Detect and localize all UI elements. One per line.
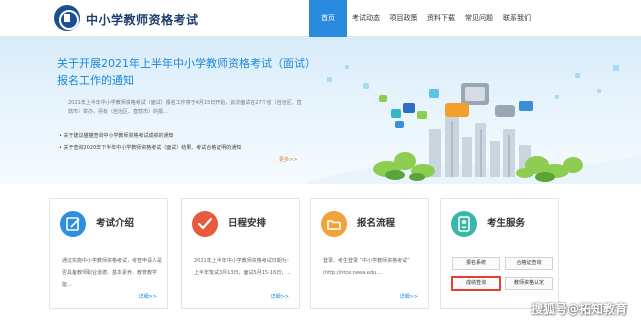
news-link[interactable]: 关于查询2020年下半年中小学教师资格考试（面试）结果、考试合格证明的通知	[59, 142, 242, 154]
banner-headline[interactable]: 关于开展2021年上半年中小学教师资格考试（面试）报名工作的通知	[57, 55, 313, 89]
banner-illustration	[305, 65, 641, 184]
card-title[interactable]: 考生服务	[487, 215, 525, 229]
banner-summary: 2021年上半年中小学教师资格考试（面试）报名工作将于4月15日开始，此次面试在…	[68, 100, 302, 115]
banner-news-list: 关于建议猫猫查询中小学教师资格考试成绩的通知 关于查询2020年下半年中小学教师…	[59, 130, 242, 154]
user-icon	[451, 211, 477, 237]
page: 中小学教师资格考试 首页 考试动态 项目政策 资料下载 常见问题 联系我们 关于…	[0, 0, 641, 331]
news-link[interactable]: 关于建议猫猫查询中小学教师资格考试成绩的通知	[59, 130, 241, 142]
card-title[interactable]: 报名流程	[357, 215, 395, 229]
nav-home[interactable]: 首页	[309, 0, 347, 37]
certificate-query-button[interactable]: 合格证查询	[505, 257, 553, 270]
card-schedule: 日程安排 2021年上半年中小学教师资格考试日期为：上半年笔试3月13日，面试5…	[181, 198, 300, 309]
logo-icon[interactable]	[54, 5, 80, 31]
card-more-link[interactable]: 详细>>	[271, 293, 289, 300]
header: 中小学教师资格考试 首页 考试动态 项目政策 资料下载 常见问题 联系我们	[0, 0, 641, 37]
watermark: 搜狐号@拓知教育	[530, 302, 627, 316]
card-exam-intro: 考试介绍 通过实施中小学教师资格考试，考查申请人是否具备教师职业道德、基本素养、…	[49, 198, 168, 309]
card-description: 通过实施中小学教师资格考试，考查申请人是否具备教师职业道德、基本素养、教育教学能…	[62, 258, 162, 288]
card-description: 登录、考生登录 “中小学教师资格考试” (http://ntce.neea.ed…	[323, 258, 410, 276]
nav-faq[interactable]: 常见问题	[460, 0, 498, 37]
card-candidate-services: 考生服务 报名系统 合格证查询 成绩查询 教师资格认定	[440, 198, 559, 309]
site-title[interactable]: 中小学教师资格考试	[86, 11, 199, 28]
nav-exam-news[interactable]: 考试动态	[347, 0, 385, 37]
nav-contact[interactable]: 联系我们	[498, 0, 536, 37]
edit-icon	[60, 211, 86, 237]
card-registration-process: 报名流程 登录、考生登录 “中小学教师资格考试” (http://ntce.ne…	[310, 198, 429, 309]
card-more-link[interactable]: 详细>>	[400, 293, 418, 300]
registration-system-button[interactable]: 报名系统	[452, 257, 500, 270]
card-title[interactable]: 考试介绍	[96, 215, 134, 229]
banner: 关于开展2021年上半年中小学教师资格考试（面试）报名工作的通知 2021年上半…	[0, 37, 641, 184]
main-nav: 首页 考试动态 项目政策 资料下载 常见问题 联系我们	[309, 0, 536, 37]
teacher-certification-button[interactable]: 教师资格认定	[505, 277, 553, 290]
nav-downloads[interactable]: 资料下载	[422, 0, 460, 37]
nav-policies[interactable]: 项目政策	[385, 0, 422, 37]
banner-more-link[interactable]: 更多>>	[279, 156, 297, 163]
card-more-link[interactable]: 详细>>	[139, 293, 157, 300]
folder-icon	[321, 211, 347, 237]
checkmark-icon	[192, 211, 218, 237]
card-title[interactable]: 日程安排	[228, 215, 266, 229]
score-query-button[interactable]: 成绩查询	[452, 277, 500, 290]
card-description: 2021年上半年中小学教师资格考试日期为：上半年笔试3月13日，面试5月15-1…	[194, 258, 292, 276]
